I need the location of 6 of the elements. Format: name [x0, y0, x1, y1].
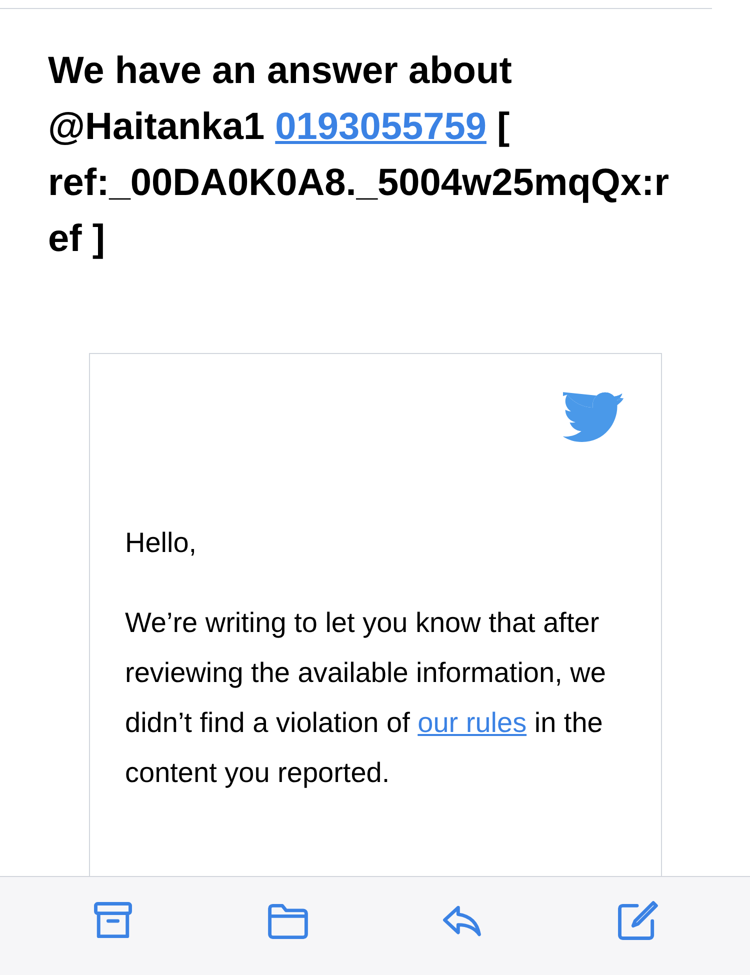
email-subject: We have an answer about @Haitanka1 0193055759 [ ref:_00DA0K0A8._5004w25mqQx:ref ]: [48, 49, 670, 262]
ticket-link[interactable]: 0193055759: [275, 106, 486, 148]
bird-icon: [563, 392, 625, 444]
greeting-text: Hello,: [125, 526, 198, 560]
message-paragraph: We’re writing to let you know that after reviewing the available information, we didn’t find a violation of our rules in the content you reported.: [125, 606, 607, 790]
rules-link[interactable]: our rules: [418, 707, 527, 738]
